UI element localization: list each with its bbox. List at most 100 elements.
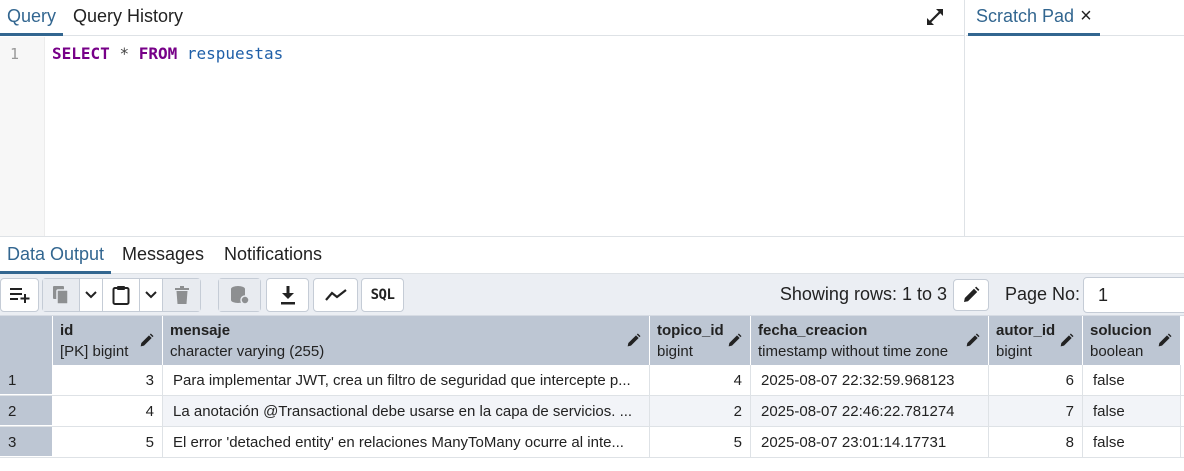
tab-notifications[interactable]: Notifications [217,237,329,274]
edit-rows-button[interactable] [953,279,989,311]
table-row[interactable]: 1 3 Para implementar JWT, crea un filtro… [0,365,1184,396]
clipboard-icon [112,286,130,305]
column-header-autor-id[interactable]: autor_id bigint [989,316,1083,365]
cell-mensaje[interactable]: La anotación @Transactional debe usarse … [163,396,650,426]
cell-solucion[interactable]: false [1083,365,1181,395]
column-type: timestamp without time zone [758,343,949,360]
operator-star: * [119,44,130,63]
pencil-icon[interactable] [727,333,742,348]
graph-visualiser-button[interactable] [314,279,357,311]
column-name: id [60,322,74,339]
cell-fecha-creacion[interactable]: 2025-08-07 23:01:14.17731 [751,427,989,457]
save-data-button[interactable] [219,279,260,311]
sql-group: SQL [361,278,404,312]
cell-fecha-creacion[interactable]: 2025-08-07 22:46:22.781274 [751,396,989,426]
column-header-id[interactable]: id [PK] bigint [53,316,163,365]
cell-fecha-creacion[interactable]: 2025-08-07 22:32:59.968123 [751,365,989,395]
page-no-label: Page No: [1005,284,1081,304]
sql-button[interactable]: SQL [362,279,403,311]
graph-group [313,278,358,312]
row-number[interactable]: 3 [0,427,52,457]
column-header-mensaje[interactable]: mensaje character varying (255) [163,316,650,365]
editor-pane: Query Query History 1 SELECT * FROM resp… [0,0,965,236]
cell-solucion[interactable]: false [1083,427,1181,457]
column-name: topico_id [657,322,724,339]
tab-data-output[interactable]: Data Output [0,237,112,274]
column-header-topico-id[interactable]: topico_id bigint [650,316,751,365]
row-number[interactable]: 2 [0,396,52,426]
line-number: 1 [10,45,20,63]
copy-button[interactable] [43,279,80,311]
copy-group [42,278,201,312]
column-type: boolean [1090,343,1144,360]
showing-rows-label: Showing rows: 1 to 3 [779,284,947,304]
cell-solucion[interactable]: false [1083,396,1181,426]
pencil-icon [964,286,980,302]
delete-row-button[interactable] [163,279,200,311]
paste-options-button[interactable] [140,279,163,311]
add-row-group [0,278,39,312]
column-type: bigint [996,343,1032,360]
tab-scratch-pad[interactable]: Scratch Pad × [968,0,1100,36]
pencil-icon[interactable] [965,333,980,348]
scratch-pad-pane: Scratch Pad × [966,0,1184,236]
row-number[interactable]: 1 [0,365,52,395]
save-data-group [218,278,261,312]
expand-icon[interactable] [924,6,946,28]
download-group [266,278,309,312]
output-tabbar: Data Output Messages Notifications [0,236,1184,274]
cell-id[interactable]: 5 [53,427,163,457]
pencil-icon[interactable] [1059,333,1074,348]
add-row-button[interactable] [1,279,38,311]
column-name: autor_id [996,322,1056,339]
download-icon [280,286,295,305]
pencil-icon[interactable] [139,333,154,348]
column-name: fecha_creacion [758,322,868,339]
paste-button[interactable] [103,279,140,311]
chevron-down-icon [145,291,157,299]
line-gutter: 1 [0,37,45,236]
cell-autor-id[interactable]: 8 [989,427,1083,457]
table-row[interactable]: 2 4 La anotación @Transactional debe usa… [0,396,1184,427]
cell-topico-id[interactable]: 2 [650,396,751,426]
tab-messages[interactable]: Messages [115,237,211,274]
column-header-fecha-creacion[interactable]: fecha_creacion timestamp without time zo… [751,316,989,365]
grid-corner [0,316,53,365]
sql-editor[interactable]: SELECT * FROM respuestas [52,44,283,63]
cell-autor-id[interactable]: 7 [989,396,1083,426]
table-row[interactable]: 3 5 El error 'detached entity' en relaci… [0,427,1184,458]
tab-query-history[interactable]: Query History [66,0,190,36]
query-tool-top: Query Query History 1 SELECT * FROM resp… [0,0,1184,236]
add-row-icon [9,288,29,303]
trash-icon [174,285,189,304]
table-name: respuestas [186,44,284,63]
editor-tabbar: Query Query History [0,0,964,36]
cell-autor-id[interactable]: 6 [989,365,1083,395]
scratch-pad-label: Scratch Pad [976,6,1075,26]
tab-query[interactable]: Query [0,0,64,36]
download-button[interactable] [267,279,308,311]
keyword-from: FROM [138,44,178,63]
cell-id[interactable]: 3 [53,365,163,395]
cell-mensaje[interactable]: El error 'detached entity' en relaciones… [163,427,650,457]
cell-topico-id[interactable]: 5 [650,427,751,457]
sql-label: SQL [370,287,395,303]
column-type: [PK] bigint [60,343,129,360]
chevron-down-icon [85,291,97,299]
column-name: mensaje [170,322,231,339]
cell-id[interactable]: 4 [53,396,163,426]
page-number-input[interactable]: 1 [1083,277,1184,313]
line-chart-icon [324,289,347,301]
database-save-icon [230,286,250,305]
column-type: character varying (255) [170,343,325,360]
pencil-icon[interactable] [626,333,641,348]
cell-topico-id[interactable]: 4 [650,365,751,395]
copy-icon [53,286,69,305]
column-type: bigint [657,343,693,360]
column-header-solucion[interactable]: solucion boolean [1083,316,1181,365]
close-icon[interactable]: × [1080,0,1092,33]
scratch-tabbar: Scratch Pad × [966,0,1184,36]
pencil-icon[interactable] [1157,333,1172,348]
cell-mensaje[interactable]: Para implementar JWT, crea un filtro de … [163,365,650,395]
copy-options-button[interactable] [80,279,103,311]
